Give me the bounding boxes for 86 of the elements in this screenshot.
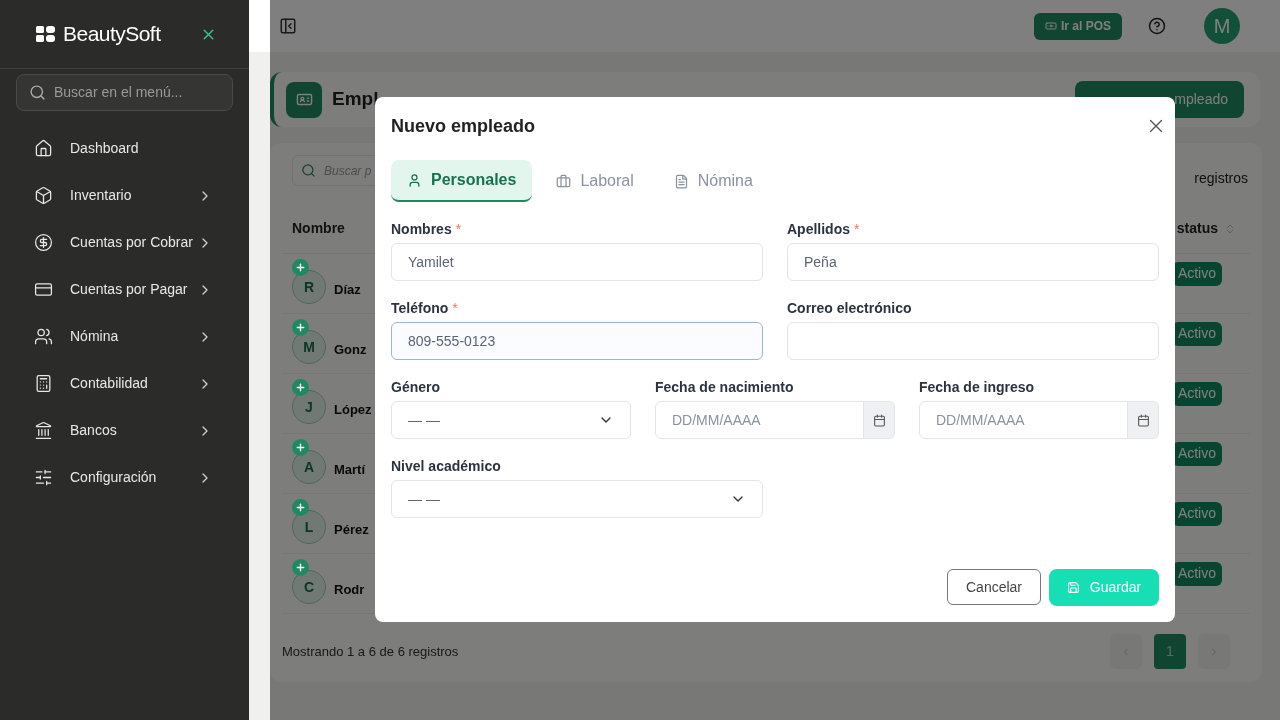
employee-avatar: J	[292, 390, 326, 424]
sidebar-item[interactable]: Inventario	[0, 172, 249, 219]
home-icon	[34, 139, 53, 158]
field-label: Teléfono	[391, 298, 449, 318]
field-label: Correo electrónico	[787, 298, 912, 318]
field-label: Apellidos	[787, 219, 850, 239]
banknote-icon	[1044, 20, 1057, 32]
add-badge[interactable]	[292, 379, 309, 396]
dialog-tab[interactable]: Laboral	[540, 160, 650, 202]
employee-name: Rodr	[334, 580, 365, 599]
add-badge[interactable]	[292, 439, 309, 456]
sidebar-item[interactable]: Nómina	[0, 313, 249, 360]
plus-icon	[295, 382, 306, 393]
column-header[interactable]: status	[1176, 218, 1218, 239]
calendar-icon	[1136, 413, 1150, 427]
page-title: Empl	[332, 87, 379, 112]
date-field[interactable]: DD/MM/AAAA	[919, 401, 1128, 439]
search-icon	[301, 163, 316, 178]
users-icon	[34, 327, 53, 346]
employee-avatar: M	[292, 330, 326, 364]
sidebar-item[interactable]: Bancos	[0, 407, 249, 454]
employee-name: Pérez	[334, 520, 369, 539]
employee-name: Martí	[334, 460, 366, 479]
text-field[interactable]: 809-555-0123	[391, 322, 763, 360]
sidebar-item[interactable]: Cuentas por Pagar	[0, 266, 249, 313]
sidebar-item[interactable]: Cuentas por Cobrar	[0, 219, 249, 266]
employee-avatar: C	[292, 570, 326, 604]
plus-icon	[295, 562, 306, 573]
employee-avatar: L	[292, 510, 326, 544]
plus-icon	[295, 502, 306, 513]
plus-icon	[295, 322, 306, 333]
required-asterisk: *	[455, 219, 462, 239]
document-icon	[673, 173, 689, 189]
add-badge[interactable]	[292, 559, 309, 576]
page-size-label: registros	[1194, 168, 1248, 188]
calendar-button[interactable]	[1128, 401, 1159, 439]
dialog-tab[interactable]: Nómina	[657, 160, 769, 202]
calendar-icon	[872, 413, 886, 427]
field-label: Fecha de ingreso	[919, 377, 1035, 397]
employee-name: Díaz	[334, 280, 361, 299]
dollar-icon	[34, 233, 53, 252]
add-badge[interactable]	[292, 259, 309, 276]
brand-name: BeautySoft	[63, 21, 161, 48]
bank-icon	[34, 421, 53, 440]
required-asterisk: *	[452, 298, 458, 318]
calculator-icon	[34, 374, 53, 393]
logo-icon	[36, 26, 55, 42]
user-icon	[407, 172, 422, 188]
sidebar-toggle-icon[interactable]	[279, 17, 297, 35]
select-field[interactable]: — —	[391, 401, 631, 439]
text-field[interactable]: Peña	[787, 243, 1159, 281]
id-card-icon	[295, 91, 313, 108]
field-label: Fecha de nacimiento	[655, 377, 794, 397]
menu-search-field[interactable]: Buscar en el menú...	[16, 74, 233, 111]
sidebar-item[interactable]: Contabilidad	[0, 360, 249, 407]
sidebar-item[interactable]: Dashboard	[0, 125, 249, 172]
column-header[interactable]: Nombre	[292, 218, 345, 239]
plus-icon	[295, 442, 306, 453]
field-label: Nombres	[391, 219, 452, 239]
help-icon[interactable]	[1148, 17, 1166, 35]
search-icon	[29, 84, 46, 101]
field-label: Género	[391, 377, 440, 397]
box-icon	[34, 186, 53, 205]
card-icon	[34, 280, 53, 299]
sliders-icon	[34, 468, 53, 487]
dialog-title: Nuevo empleado	[391, 114, 536, 138]
plus-icon	[295, 262, 306, 273]
cancel-button[interactable]: Cancelar	[947, 569, 1041, 605]
text-field[interactable]: Yamilet	[391, 243, 763, 281]
briefcase-icon	[556, 173, 572, 189]
sidebar-item[interactable]: Configuración	[0, 454, 249, 501]
employee-name: Gonz	[334, 340, 367, 359]
date-field[interactable]: DD/MM/AAAA	[655, 401, 864, 439]
employee-avatar: R	[292, 270, 326, 304]
text-field[interactable]	[787, 322, 1159, 360]
employee-avatar: A	[292, 450, 326, 484]
dialog-tab[interactable]: Personales	[391, 160, 533, 202]
add-badge[interactable]	[292, 499, 309, 516]
field-label: Nivel académico	[391, 456, 501, 476]
save-icon	[1066, 581, 1080, 594]
records-summary: Mostrando 1 a 6 de 6 registros	[282, 642, 459, 661]
add-badge[interactable]	[292, 319, 309, 336]
select-field[interactable]: — —	[391, 480, 763, 518]
employee-name: López	[334, 400, 372, 419]
calendar-button[interactable]	[864, 401, 895, 439]
required-asterisk: *	[854, 219, 860, 239]
